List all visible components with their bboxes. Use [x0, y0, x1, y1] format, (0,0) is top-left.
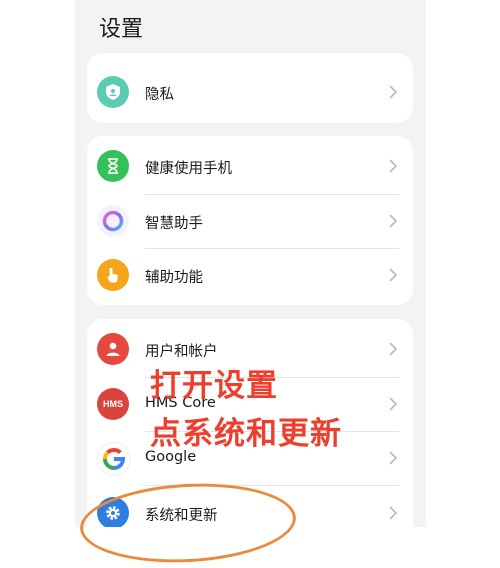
settings-group-wellbeing: 健康使用手机 智慧助手 辅助功能 [87, 136, 413, 305]
settings-item-label: 用户和帐户 [145, 344, 218, 360]
chevron-right-icon [389, 268, 398, 282]
settings-group-privacy: 隐私 [87, 53, 413, 123]
hms-icon: HMS [97, 388, 129, 420]
hand-pointer-icon [97, 259, 129, 291]
annotation-line-2: 点系统和更新 [150, 416, 342, 452]
user-icon [97, 333, 129, 365]
chevron-right-icon [389, 342, 398, 356]
chevron-right-icon [389, 159, 398, 173]
chevron-right-icon [389, 397, 398, 411]
page-title: 设置 [99, 17, 144, 42]
settings-item-privacy[interactable]: 隐私 [87, 65, 413, 119]
privacy-shield-icon [97, 76, 129, 108]
hourglass-icon [97, 150, 129, 182]
chevron-right-icon [389, 451, 398, 465]
settings-item-label: 辅助功能 [145, 270, 203, 286]
settings-item-label: 隐私 [145, 87, 174, 103]
chevron-right-icon [389, 506, 398, 520]
assistant-ring-icon [97, 205, 129, 237]
settings-item-label: 智慧助手 [145, 216, 203, 232]
settings-item-digital-balance[interactable]: 健康使用手机 [87, 139, 413, 193]
settings-item-label: 健康使用手机 [145, 161, 232, 177]
settings-item-smart-assistant[interactable]: 智慧助手 [87, 194, 413, 248]
annotation-line-1: 打开设置 [150, 368, 278, 404]
google-icon [97, 442, 131, 476]
chevron-right-icon [389, 214, 398, 228]
settings-item-accessibility[interactable]: 辅助功能 [87, 248, 413, 302]
chevron-right-icon [389, 85, 398, 99]
hms-icon-text: HMS [103, 399, 123, 409]
